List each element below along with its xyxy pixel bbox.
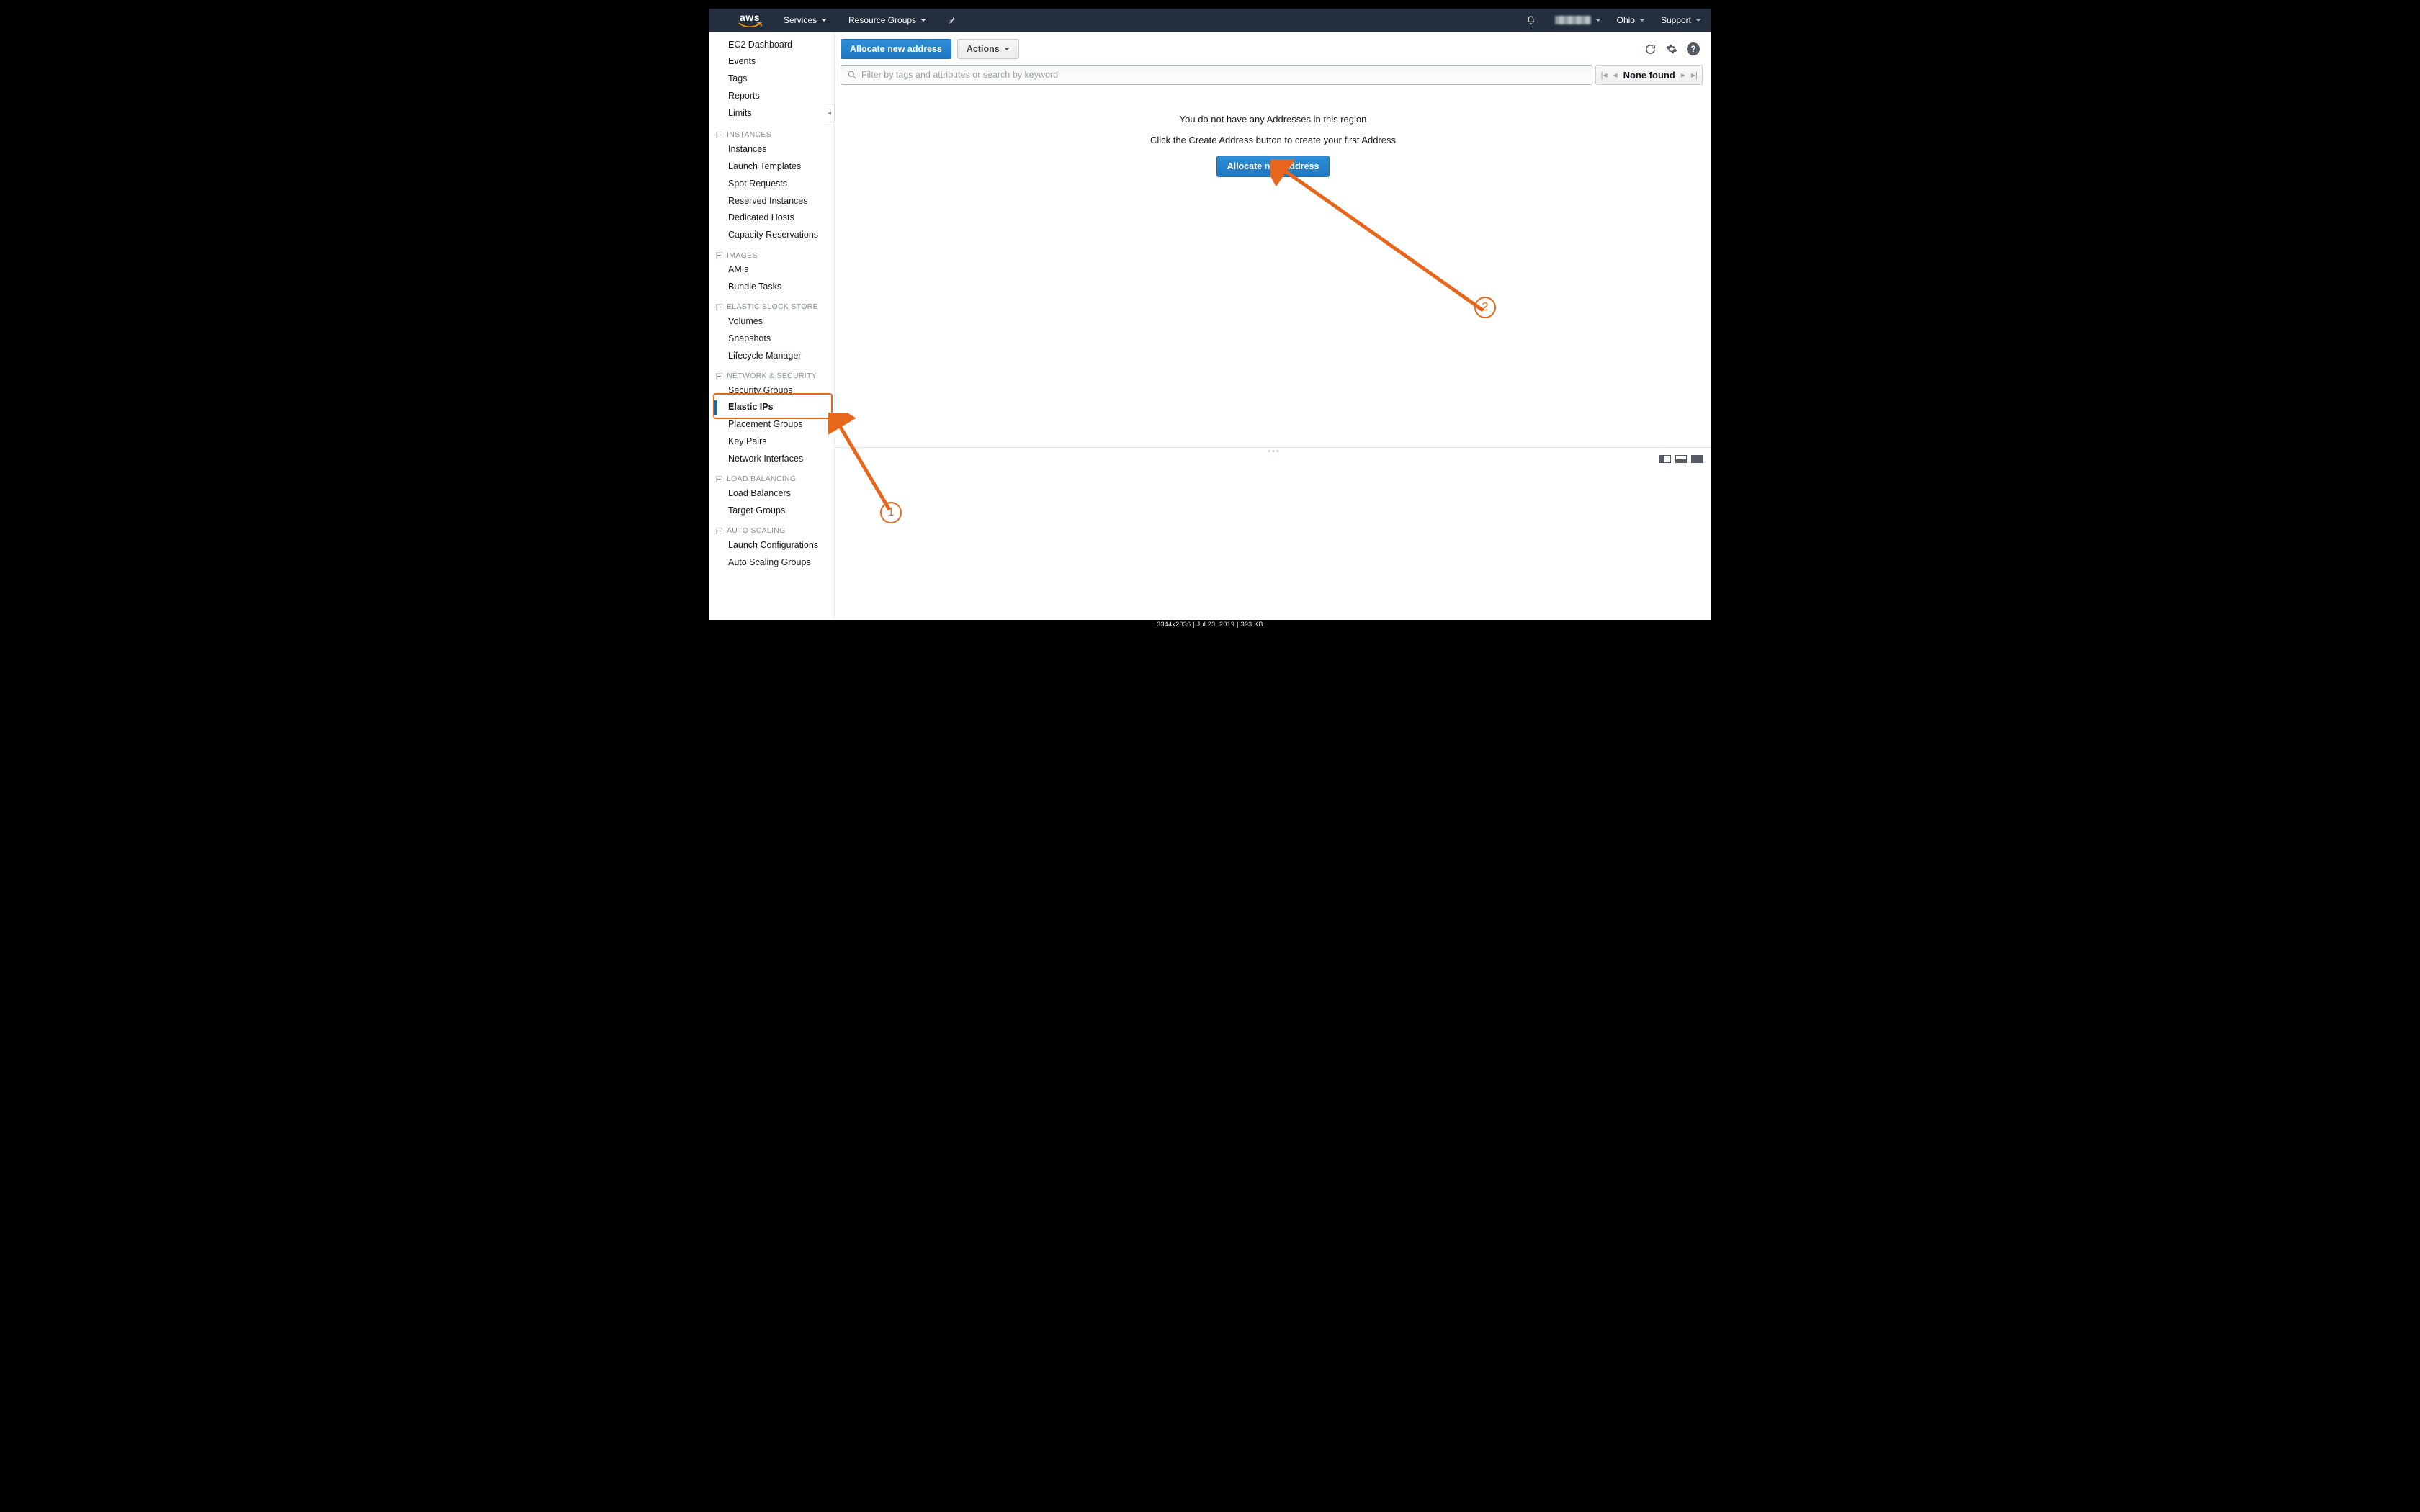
nav-services[interactable]: Services xyxy=(784,15,827,25)
empty-state-line-2: Click the Create Address button to creat… xyxy=(835,135,1711,145)
actions-button[interactable]: Actions xyxy=(957,39,1019,59)
page-last-icon[interactable]: ▸| xyxy=(1691,70,1698,80)
sidebar-group-instances[interactable]: INSTANCES xyxy=(709,129,834,140)
detail-pane xyxy=(835,447,1711,620)
sidebar-item-auto-scaling-groups[interactable]: Auto Scaling Groups xyxy=(709,554,834,571)
sidebar-item-instances[interactable]: Instances xyxy=(709,140,834,158)
sidebar-item-bundle-tasks[interactable]: Bundle Tasks xyxy=(709,279,834,296)
sidebar-item-reports[interactable]: Reports xyxy=(709,88,834,105)
allocate-address-button[interactable]: Allocate new address xyxy=(841,39,951,59)
sidebar-item-network-interfaces[interactable]: Network Interfaces xyxy=(709,451,834,468)
layout-bottom-icon[interactable] xyxy=(1675,455,1687,463)
sidebar-item-load-balancers[interactable]: Load Balancers xyxy=(709,485,834,502)
nav-support-label: Support xyxy=(1661,15,1691,25)
filter-input[interactable] xyxy=(861,70,1586,80)
pane-resize-handle[interactable] xyxy=(1268,447,1278,452)
sidebar-group-elastic-block-store[interactable]: ELASTIC BLOCK STORE xyxy=(709,301,834,312)
annotation-circle-2: 2 xyxy=(1474,297,1496,318)
empty-allocate-address-button[interactable]: Allocate new address xyxy=(1216,156,1330,177)
settings-icon[interactable] xyxy=(1665,42,1678,55)
nav-resource-groups-label: Resource Groups xyxy=(848,15,916,25)
sidebar-item-key-pairs[interactable]: Key Pairs xyxy=(709,433,834,451)
chevron-down-icon xyxy=(1004,48,1010,50)
nav-services-label: Services xyxy=(784,15,817,25)
allocate-address-label: Allocate new address xyxy=(850,44,942,54)
nav-region[interactable]: Ohio xyxy=(1617,15,1645,25)
ec2-sidebar: EC2 DashboardEventsTagsReportsLimits INST… xyxy=(709,32,835,620)
search-icon xyxy=(847,70,857,80)
sidebar-item-launch-templates[interactable]: Launch Templates xyxy=(709,158,834,175)
chevron-down-icon xyxy=(1639,19,1645,22)
sidebar-group-network-security[interactable]: NETWORK & SECURITY xyxy=(709,370,834,382)
sidebar-item-reserved-instances[interactable]: Reserved Instances xyxy=(709,192,834,210)
annotation-arrow-2 xyxy=(1270,159,1494,332)
nav-pin-button[interactable] xyxy=(948,16,956,24)
sidebar-item-snapshots[interactable]: Snapshots xyxy=(709,330,834,347)
empty-allocate-address-label: Allocate new address xyxy=(1227,161,1319,171)
sidebar-item-tags[interactable]: Tags xyxy=(709,71,834,88)
account-name-redacted xyxy=(1555,16,1591,24)
chevron-down-icon xyxy=(920,19,926,22)
sidebar-item-amis[interactable]: AMIs xyxy=(709,261,834,279)
sidebar-item-placement-groups[interactable]: Placement Groups xyxy=(709,416,834,433)
sidebar-group-load-balancing[interactable]: LOAD BALANCING xyxy=(709,473,834,485)
sidebar-item-target-groups[interactable]: Target Groups xyxy=(709,502,834,519)
page-first-icon[interactable]: |◂ xyxy=(1600,70,1607,80)
sidebar-item-ec2-dashboard[interactable]: EC2 Dashboard xyxy=(709,36,834,53)
page-prev-icon[interactable]: ◂ xyxy=(1613,70,1618,80)
screenshot-footer-caption: 3344x2036 | Jul 23, 2019 | 393 KB xyxy=(706,621,1714,629)
sidebar-item-events[interactable]: Events xyxy=(709,53,834,71)
aws-logo[interactable]: aws xyxy=(738,12,762,28)
sidebar-item-elastic-ips[interactable]: Elastic IPs xyxy=(709,399,834,416)
sidebar-item-volumes[interactable]: Volumes xyxy=(709,312,834,330)
nav-account[interactable] xyxy=(1555,16,1601,24)
sidebar-group-auto-scaling[interactable]: AUTO SCALING xyxy=(709,525,834,536)
nav-resource-groups[interactable]: Resource Groups xyxy=(848,15,926,25)
filter-search-box[interactable] xyxy=(841,65,1592,85)
pagination: |◂ ◂ None found ▸ ▸| xyxy=(1595,65,1703,85)
sidebar-item-launch-configurations[interactable]: Launch Configurations xyxy=(709,536,834,554)
refresh-icon[interactable] xyxy=(1644,42,1657,55)
main-panel: Allocate new address Actions ? xyxy=(835,32,1711,620)
empty-state-line-1: You do not have any Addresses in this re… xyxy=(835,114,1711,125)
sidebar-item-spot-requests[interactable]: Spot Requests xyxy=(709,175,834,192)
page-next-icon[interactable]: ▸ xyxy=(1681,70,1685,80)
actions-label: Actions xyxy=(967,44,1000,54)
layout-side-icon[interactable] xyxy=(1659,455,1671,463)
help-icon[interactable]: ? xyxy=(1687,42,1700,55)
sidebar-item-capacity-reservations[interactable]: Capacity Reservations xyxy=(709,227,834,244)
layout-full-icon[interactable] xyxy=(1691,455,1703,463)
aws-console-window: aws Services Resource Groups xyxy=(709,9,1711,620)
nav-region-label: Ohio xyxy=(1617,15,1635,25)
sidebar-item-lifecycle-manager[interactable]: Lifecycle Manager xyxy=(709,347,834,364)
aws-topbar: aws Services Resource Groups xyxy=(709,9,1711,32)
page-status: None found xyxy=(1623,70,1675,81)
sidebar-item-limits[interactable]: Limits xyxy=(709,105,834,122)
chevron-down-icon xyxy=(821,19,827,22)
chevron-down-icon xyxy=(1595,19,1601,22)
nav-support[interactable]: Support xyxy=(1661,15,1701,25)
sidebar-item-security-groups[interactable]: Security Groups xyxy=(709,382,834,399)
sidebar-item-dedicated-hosts[interactable]: Dedicated Hosts xyxy=(709,210,834,227)
sidebar-collapse-button[interactable]: ◂ xyxy=(825,104,835,122)
sidebar-group-images[interactable]: IMAGES xyxy=(709,250,834,261)
notifications-icon[interactable] xyxy=(1525,15,1536,26)
chevron-down-icon xyxy=(1695,19,1701,22)
